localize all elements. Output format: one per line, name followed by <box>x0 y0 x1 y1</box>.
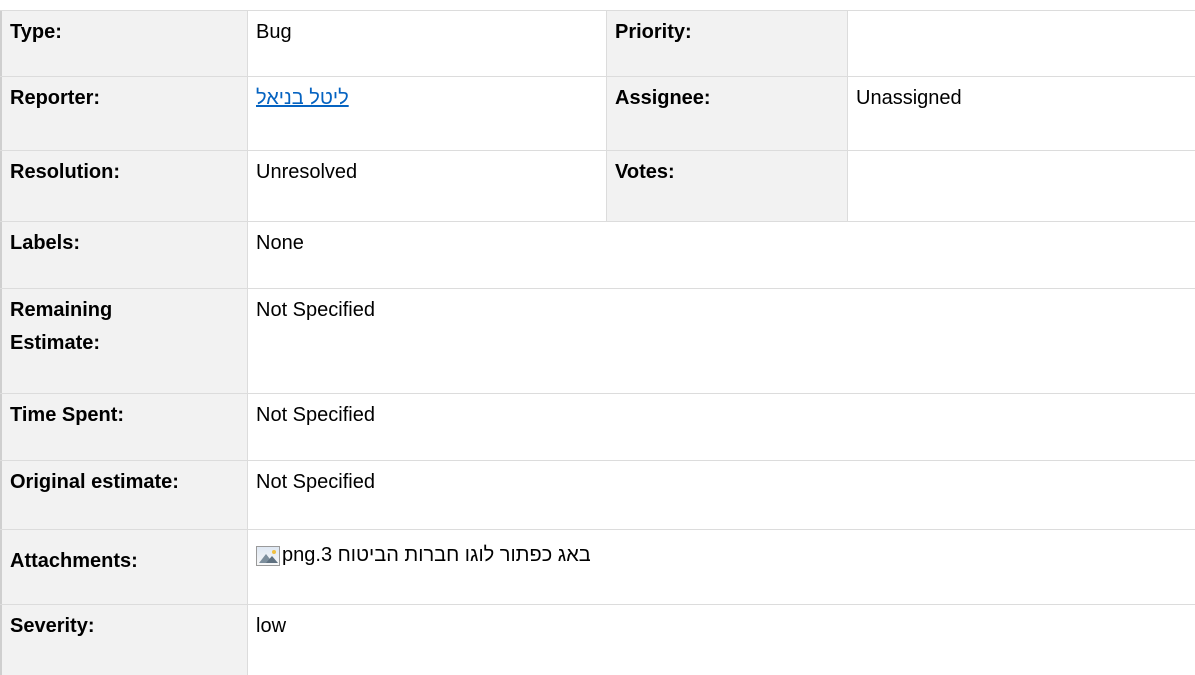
reporter-user-link[interactable]: ליטל בניאל <box>256 87 349 109</box>
row-remaining-estimate: Remaining Estimate: Not Specified <box>0 289 1195 394</box>
severity-value: low <box>247 605 1195 675</box>
time-spent-value: Not Specified <box>247 394 1195 460</box>
resolution-label: Resolution: <box>0 151 247 221</box>
votes-value <box>847 151 1195 221</box>
priority-label: Priority: <box>606 11 847 76</box>
votes-label: Votes: <box>606 151 847 221</box>
attachment-file-name[interactable]: png.באג כפתור לוגו חברות הביטוח 3 <box>282 544 591 567</box>
type-label: Type: <box>0 11 247 76</box>
labels-label: Labels: <box>0 222 247 288</box>
resolution-value: Unresolved <box>247 151 606 221</box>
priority-value <box>847 11 1195 76</box>
type-value: Bug <box>247 11 606 76</box>
original-estimate-label: Original estimate: <box>0 461 247 529</box>
attachments-label: Attachments: <box>0 530 247 604</box>
labels-value: None <box>247 222 1195 288</box>
reporter-label: Reporter: <box>0 77 247 150</box>
row-type-priority: Type: Bug Priority: <box>0 10 1195 77</box>
row-labels: Labels: None <box>0 222 1195 289</box>
row-time-spent: Time Spent: Not Specified <box>0 394 1195 461</box>
row-resolution-votes: Resolution: Unresolved Votes: <box>0 151 1195 222</box>
reporter-value: ליטל בניאל <box>247 77 606 150</box>
remaining-estimate-label: Remaining Estimate: <box>0 289 247 393</box>
attachments-value: png.באג כפתור לוגו חברות הביטוח 3 <box>247 530 1195 604</box>
remaining-estimate-value: Not Specified <box>247 289 1195 393</box>
remaining-estimate-label-line1: Remaining <box>10 299 113 321</box>
attachment-item[interactable]: png.באג כפתור לוגו חברות הביטוח 3 <box>256 544 1187 567</box>
row-original-estimate: Original estimate: Not Specified <box>0 461 1195 530</box>
row-attachments: Attachments: png.באג כפתור לוגו חברות הב… <box>0 530 1195 605</box>
original-estimate-value: Not Specified <box>247 461 1195 529</box>
issue-details-table: Type: Bug Priority: Reporter: ליטל בניאל… <box>0 10 1195 675</box>
image-file-icon <box>256 545 280 566</box>
time-spent-label: Time Spent: <box>0 394 247 460</box>
row-severity: Severity: low <box>0 605 1195 675</box>
assignee-value: Unassigned <box>847 77 1195 150</box>
row-reporter-assignee: Reporter: ליטל בניאל Assignee: Unassigne… <box>0 77 1195 151</box>
severity-label: Severity: <box>0 605 247 675</box>
assignee-label: Assignee: <box>606 77 847 150</box>
remaining-estimate-label-line2: Estimate: <box>10 332 101 354</box>
